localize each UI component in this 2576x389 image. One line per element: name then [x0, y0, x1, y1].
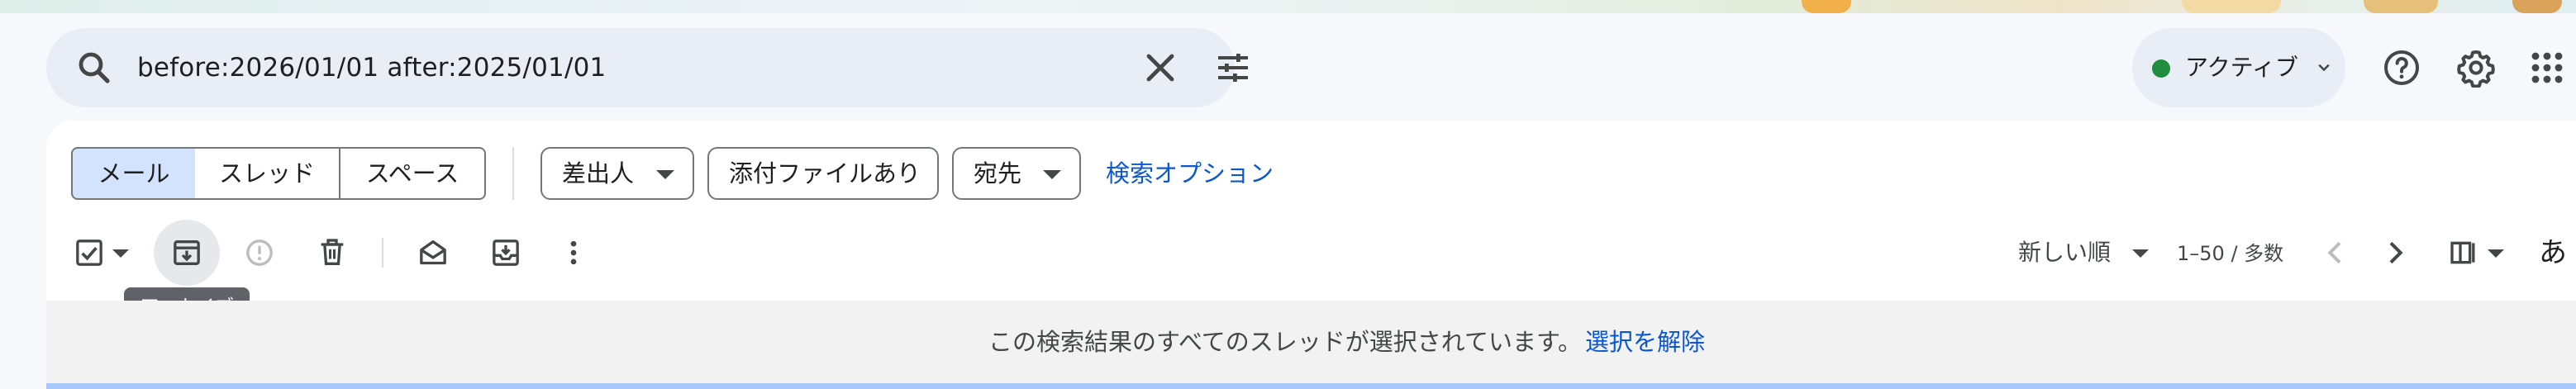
selected-row-highlight [46, 383, 2576, 389]
archive-icon[interactable] [170, 236, 203, 269]
advanced-search-link[interactable]: 検索オプション [1106, 147, 1274, 200]
select-dropdown-arrow-icon[interactable] [112, 249, 129, 258]
chevron-down-icon [2318, 64, 2330, 72]
chevron-left-icon[interactable] [2319, 236, 2352, 269]
search-options-tune-icon[interactable] [1213, 48, 1253, 88]
filter-chip-has-attachment[interactable]: 添付ファイルあり [707, 147, 939, 200]
apps-grid-icon[interactable] [2527, 48, 2567, 88]
selection-banner: この検索結果のすべてのスレッドが選択されています。 選択を解除 [46, 301, 2576, 383]
status-selector[interactable]: アクティブ [2132, 28, 2345, 107]
filter-divider [512, 147, 514, 200]
filter-chip-attachment-label: 添付ファイルあり [729, 159, 921, 187]
status-dot [2152, 59, 2170, 78]
theme-background-strip [0, 0, 2576, 13]
tab-spaces[interactable]: スペース [339, 147, 486, 200]
delete-icon[interactable] [316, 236, 349, 269]
pagination-count: 1–50 / 多数 [2177, 242, 2284, 265]
toolbar-divider [382, 238, 383, 268]
chevron-right-icon[interactable] [2378, 236, 2412, 269]
filter-chip-to[interactable]: 宛先 [952, 147, 1081, 200]
search-bar[interactable]: before:2026/01/01 after:2025/01/01 [46, 28, 1248, 107]
move-to-inbox-icon[interactable] [489, 236, 522, 269]
selection-banner-message: この検索結果のすべてのスレッドが選択されています。 [988, 328, 1583, 356]
settings-icon[interactable] [2456, 48, 2496, 88]
clear-search-icon[interactable] [1140, 48, 1180, 88]
help-icon[interactable] [2382, 48, 2421, 88]
filter-chip-to-label: 宛先 [974, 159, 1022, 187]
search-input[interactable]: before:2026/01/01 after:2025/01/01 [137, 28, 606, 107]
dropdown-arrow-icon [656, 170, 674, 179]
status-label: アクティブ [2185, 54, 2298, 81]
select-all-checkbox-icon[interactable] [73, 236, 106, 269]
sort-dropdown-arrow-icon[interactable] [2132, 249, 2149, 258]
mark-as-read-icon[interactable] [417, 236, 450, 269]
filter-chip-from-label: 差出人 [562, 159, 635, 187]
dropdown-arrow-icon [1043, 170, 1061, 179]
input-method-indicator[interactable]: あ [2539, 235, 2567, 271]
filter-chip-from[interactable]: 差出人 [540, 147, 694, 200]
tab-threads[interactable]: スレッド [195, 147, 340, 200]
clear-selection-link[interactable]: 選択を解除 [1585, 301, 1705, 383]
tab-mail[interactable]: メール [71, 147, 197, 200]
sort-order-select[interactable]: 新しい順 [2018, 236, 2111, 269]
search-icon[interactable] [74, 48, 114, 88]
split-pane-dropdown-arrow-icon[interactable] [2488, 249, 2504, 258]
more-vert-icon[interactable] [557, 236, 590, 269]
split-pane-toggle-icon[interactable] [2448, 236, 2481, 269]
report-spam-icon[interactable] [243, 236, 276, 269]
